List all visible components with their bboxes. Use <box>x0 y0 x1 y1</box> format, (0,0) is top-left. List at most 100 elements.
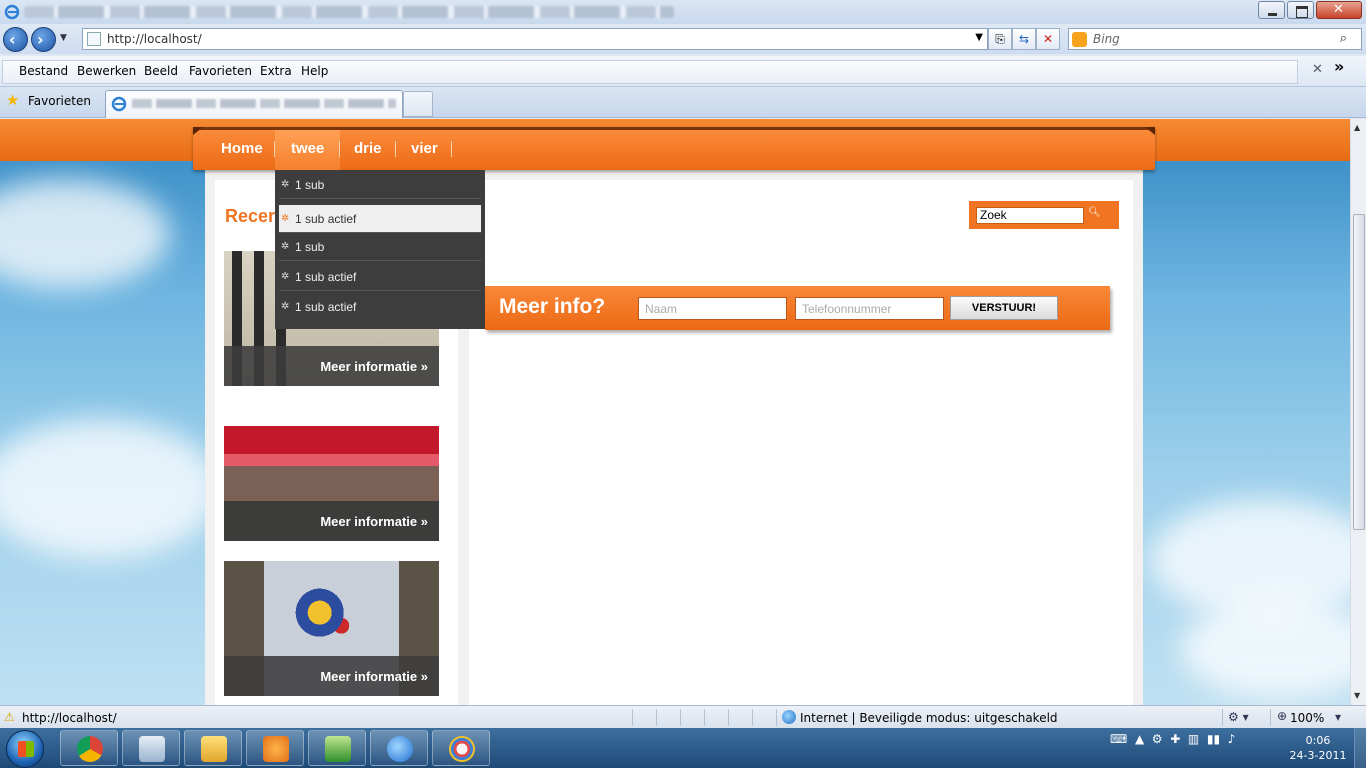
site-search: Zoek 🔍︎ <box>969 201 1119 229</box>
warning-icon: ⚠ <box>4 710 15 724</box>
nav-twee[interactable]: twee <box>291 140 324 157</box>
nav-vier[interactable]: vier <box>411 140 438 157</box>
site-search-input[interactable]: Zoek <box>976 207 1084 224</box>
dropdown-item[interactable]: ✲ 1 sub <box>279 171 481 199</box>
address-text: http://localhost/ <box>107 32 202 46</box>
tab-title-redacted <box>132 99 396 108</box>
close-window-button[interactable] <box>1316 1 1362 19</box>
submit-button[interactable]: VERSTUUR! <box>950 296 1058 320</box>
ie-icon <box>387 736 413 762</box>
menu-bestand[interactable]: Bestand <box>19 64 68 78</box>
nav-drie[interactable]: drie <box>354 140 382 157</box>
forward-button[interactable]: › <box>31 27 56 52</box>
project-card[interactable]: Meer informatie » <box>224 406 439 541</box>
window-title-redacted <box>24 6 674 18</box>
menu-bewerken[interactable]: Bewerken <box>77 64 136 78</box>
menu-extra[interactable]: Extra <box>260 64 292 78</box>
clock-date: 24-3-2011 <box>1289 749 1347 762</box>
status-url: http://localhost/ <box>22 711 117 725</box>
spinner-icon: ✲ <box>281 301 290 312</box>
page-icon <box>87 32 101 46</box>
background-cloud <box>0 419 220 559</box>
menu-beeld[interactable]: Beeld <box>144 64 178 78</box>
history-dropdown-icon[interactable]: ▼ <box>60 33 67 43</box>
zoom-icon[interactable]: ⊕ <box>1277 709 1287 723</box>
project-card[interactable]: Meer informatie » <box>224 561 439 696</box>
chrome-icon <box>77 736 103 762</box>
forward-arrow-icon: › <box>37 30 44 49</box>
taskbar-paint[interactable] <box>432 730 490 766</box>
new-tab-button[interactable] <box>403 91 433 117</box>
clock[interactable]: 0:06 24-3-2011 <box>1288 733 1348 763</box>
search-field[interactable]: Bing ⌕ <box>1068 28 1362 50</box>
chevron-right-icon[interactable]: » <box>1334 57 1344 76</box>
vertical-scrollbar[interactable]: ▲ ▼ <box>1350 119 1366 705</box>
content-column <box>469 180 1133 705</box>
spinner-icon: ✲ <box>281 213 290 224</box>
show-desktop-button[interactable] <box>1354 728 1366 768</box>
menu-close-icon[interactable]: ✕ <box>1312 62 1323 77</box>
dropdown-item[interactable]: ✲ 1 sub actief <box>279 263 481 291</box>
taskbar-folder[interactable] <box>184 730 242 766</box>
paint-icon <box>449 736 475 762</box>
ie-page-icon <box>111 96 127 112</box>
maximize-button[interactable] <box>1287 1 1314 19</box>
taskbar-internet-explorer[interactable] <box>370 730 428 766</box>
site-navigation: Home twee drie vier <box>193 127 1155 170</box>
address-dropdown-icon[interactable]: ▼ <box>975 32 983 43</box>
bing-icon <box>1072 32 1087 47</box>
dropdown-item-active[interactable]: ✲ 1 sub actief <box>279 205 481 233</box>
star-icon: ★ <box>6 91 20 109</box>
favorites-label: Favorieten <box>28 94 91 108</box>
more-info-link[interactable]: Meer informatie » <box>320 359 428 374</box>
taskbar-chrome[interactable] <box>60 730 118 766</box>
name-field[interactable]: Naam <box>638 297 787 320</box>
dropdown-item[interactable]: ✲ 1 sub actief <box>279 293 481 321</box>
search-placeholder: Bing <box>1093 32 1120 46</box>
spinner-icon: ✲ <box>281 271 290 282</box>
nav-dropdown-menu: ✲ 1 sub ✲ 1 sub actief ✲ 1 sub ✲ 1 sub a… <box>275 170 485 329</box>
scroll-down-icon[interactable]: ▼ <box>1354 691 1360 700</box>
zoom-dropdown-icon[interactable]: ▾ <box>1335 710 1341 724</box>
compatibility-view-icon[interactable]: ⎘ <box>988 28 1012 50</box>
windows-taskbar: ⌨ ▲ ⚙ ✚ ▥ ▮▮ ♪ 0:06 24-3-2011 <box>0 728 1366 768</box>
more-info-link[interactable]: Meer informatie » <box>320 669 428 684</box>
menu-favorieten[interactable]: Favorieten <box>189 64 252 78</box>
nav-home[interactable]: Home <box>221 140 263 157</box>
media-player-icon <box>263 736 289 762</box>
zoom-level[interactable]: 100% <box>1290 711 1324 725</box>
spinner-icon: ✲ <box>281 241 290 252</box>
magnifier-icon[interactable]: 🔍︎ <box>1088 207 1101 218</box>
taskbar-explorer-window[interactable] <box>122 730 180 766</box>
status-bar: ⚠ http://localhost/ Internet | Beveiligd… <box>0 705 1366 728</box>
phone-field[interactable]: Telefoonnummer <box>795 297 944 320</box>
taskbar-app[interactable] <box>308 730 366 766</box>
web-page-viewport: Recerten Meer informatie » Meer informat… <box>0 119 1350 705</box>
protected-mode-icon[interactable]: ⚙ ▾ <box>1228 710 1249 724</box>
search-icon[interactable]: ⌕ <box>1340 31 1347 46</box>
security-zone: Internet | Beveiligde modus: uitgeschake… <box>800 711 1058 725</box>
chart-app-icon <box>325 736 351 762</box>
back-arrow-icon: ‹ <box>9 30 16 49</box>
scroll-up-icon[interactable]: ▲ <box>1354 123 1360 132</box>
back-button[interactable]: ‹ <box>3 27 28 52</box>
background-cloud <box>0 179 170 289</box>
window-icon <box>139 736 165 762</box>
tab-current[interactable] <box>105 90 403 118</box>
windows-logo-icon <box>18 741 34 757</box>
more-info-link[interactable]: Meer informatie » <box>320 514 428 529</box>
system-tray-icons[interactable]: ⌨ ▲ ⚙ ✚ ▥ ▮▮ ♪ <box>1110 732 1235 746</box>
menu-help[interactable]: Help <box>301 64 328 78</box>
stop-icon[interactable]: ✕ <box>1036 28 1060 50</box>
scroll-thumb[interactable] <box>1353 214 1365 530</box>
globe-icon <box>782 710 796 724</box>
start-button[interactable] <box>6 730 44 768</box>
minimize-button[interactable] <box>1258 1 1285 19</box>
background-cloud <box>1180 599 1350 699</box>
ie-logo-icon <box>4 4 20 20</box>
refresh-icon[interactable]: ⇆ <box>1012 28 1036 50</box>
folder-icon <box>201 736 227 762</box>
dropdown-item[interactable]: ✲ 1 sub <box>279 233 481 261</box>
address-field[interactable]: http://localhost/ ▼ <box>82 28 988 50</box>
taskbar-media-player[interactable] <box>246 730 304 766</box>
